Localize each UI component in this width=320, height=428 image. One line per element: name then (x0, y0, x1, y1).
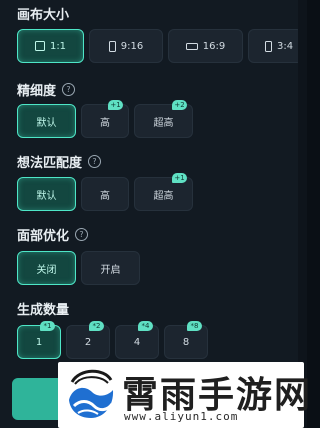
idea-match-option-label: 超高 (153, 190, 174, 202)
face-opt-option-on[interactable]: 开启 (81, 251, 140, 285)
face-opt-option-label: 关闭 (36, 264, 57, 276)
canvas-option-1-1[interactable]: 1:1 (17, 29, 84, 63)
canvas-size-options: 1:1 9:16 16:9 3:4 (17, 29, 298, 63)
idea-match-option-label: 高 (100, 190, 110, 202)
idea-match-title: 想法匹配度 ? (17, 152, 102, 171)
cost-badge: *8 (187, 321, 202, 331)
canvas-option-label: 16:9 (202, 40, 226, 52)
landscape-ratio-icon (185, 42, 198, 50)
canvas-option-label: 9:16 (120, 40, 144, 52)
fineness-option-high[interactable]: +1 高 (81, 100, 129, 138)
canvas-option-label: 3:4 (277, 40, 294, 52)
help-icon[interactable]: ? (62, 83, 76, 96)
face-opt-title-text: 面部优化 (17, 229, 70, 244)
gen-count-option-2[interactable]: *2 2 (66, 321, 110, 359)
gen-count-option-label: 2 (84, 336, 92, 348)
watermark: 霄雨手游网 www.aliyun1.com (58, 362, 310, 428)
gen-count-title: 生成数量 (17, 299, 69, 318)
watermark-url: www.aliyun1.com (124, 410, 239, 423)
idea-match-option-label: 默认 (36, 190, 57, 202)
fineness-options: 默认 +1 高 +2 超高 (17, 100, 193, 138)
fineness-option-default[interactable]: 默认 (17, 104, 76, 138)
face-opt-option-off[interactable]: 关闭 (17, 251, 76, 285)
cost-badge: *2 (89, 321, 104, 331)
cost-badge: *4 (138, 321, 153, 331)
canvas-size-title-text: 画布大小 (17, 8, 70, 23)
fineness-title: 精细度 ? (17, 80, 76, 99)
idea-match-option-ultra[interactable]: +1 超高 (134, 173, 193, 211)
fineness-title-text: 精细度 (17, 84, 57, 99)
gen-count-option-1[interactable]: *1 1 (17, 321, 61, 359)
canvas-size-title: 画布大小 (17, 4, 69, 23)
idea-match-options: 默认 高 +1 超高 (17, 173, 193, 211)
scrollbar[interactable] (307, 0, 320, 428)
gen-count-option-4[interactable]: *4 4 (115, 321, 159, 359)
portrait-ratio-icon (108, 40, 116, 52)
canvas-option-3-4[interactable]: 3:4 (248, 29, 298, 63)
fineness-option-ultra[interactable]: +2 超高 (134, 100, 193, 138)
face-opt-option-label: 开启 (100, 264, 121, 276)
canvas-option-label: 1:1 (49, 40, 67, 52)
watermark-logo-icon (69, 369, 114, 418)
gen-count-option-8[interactable]: *8 8 (164, 321, 208, 359)
face-opt-options: 关闭 开启 (17, 251, 140, 285)
face-opt-title: 面部优化 ? (17, 225, 89, 244)
help-icon[interactable]: ? (88, 155, 102, 168)
cost-badge: +2 (172, 100, 187, 110)
fineness-option-label: 高 (100, 117, 110, 129)
portrait-ratio-icon (265, 40, 272, 52)
idea-match-title-text: 想法匹配度 (17, 156, 83, 171)
canvas-option-9-16[interactable]: 9:16 (89, 29, 163, 63)
help-icon[interactable]: ? (75, 228, 89, 241)
gen-count-options: *1 1 *2 2 *4 4 *8 8 (17, 321, 208, 359)
cost-badge: +1 (108, 100, 123, 110)
fineness-option-label: 默认 (36, 117, 57, 129)
fineness-option-label: 超高 (153, 117, 174, 129)
cost-badge: *1 (40, 321, 55, 331)
idea-match-option-default[interactable]: 默认 (17, 177, 76, 211)
gen-count-title-text: 生成数量 (17, 303, 70, 318)
gen-count-option-label: 1 (35, 336, 43, 348)
idea-match-option-high[interactable]: 高 (81, 177, 129, 211)
gen-count-option-label: 4 (133, 336, 141, 348)
gen-count-option-label: 8 (182, 336, 190, 348)
cost-badge: +1 (172, 173, 187, 183)
square-ratio-icon (34, 41, 45, 51)
canvas-option-16-9[interactable]: 16:9 (168, 29, 243, 63)
